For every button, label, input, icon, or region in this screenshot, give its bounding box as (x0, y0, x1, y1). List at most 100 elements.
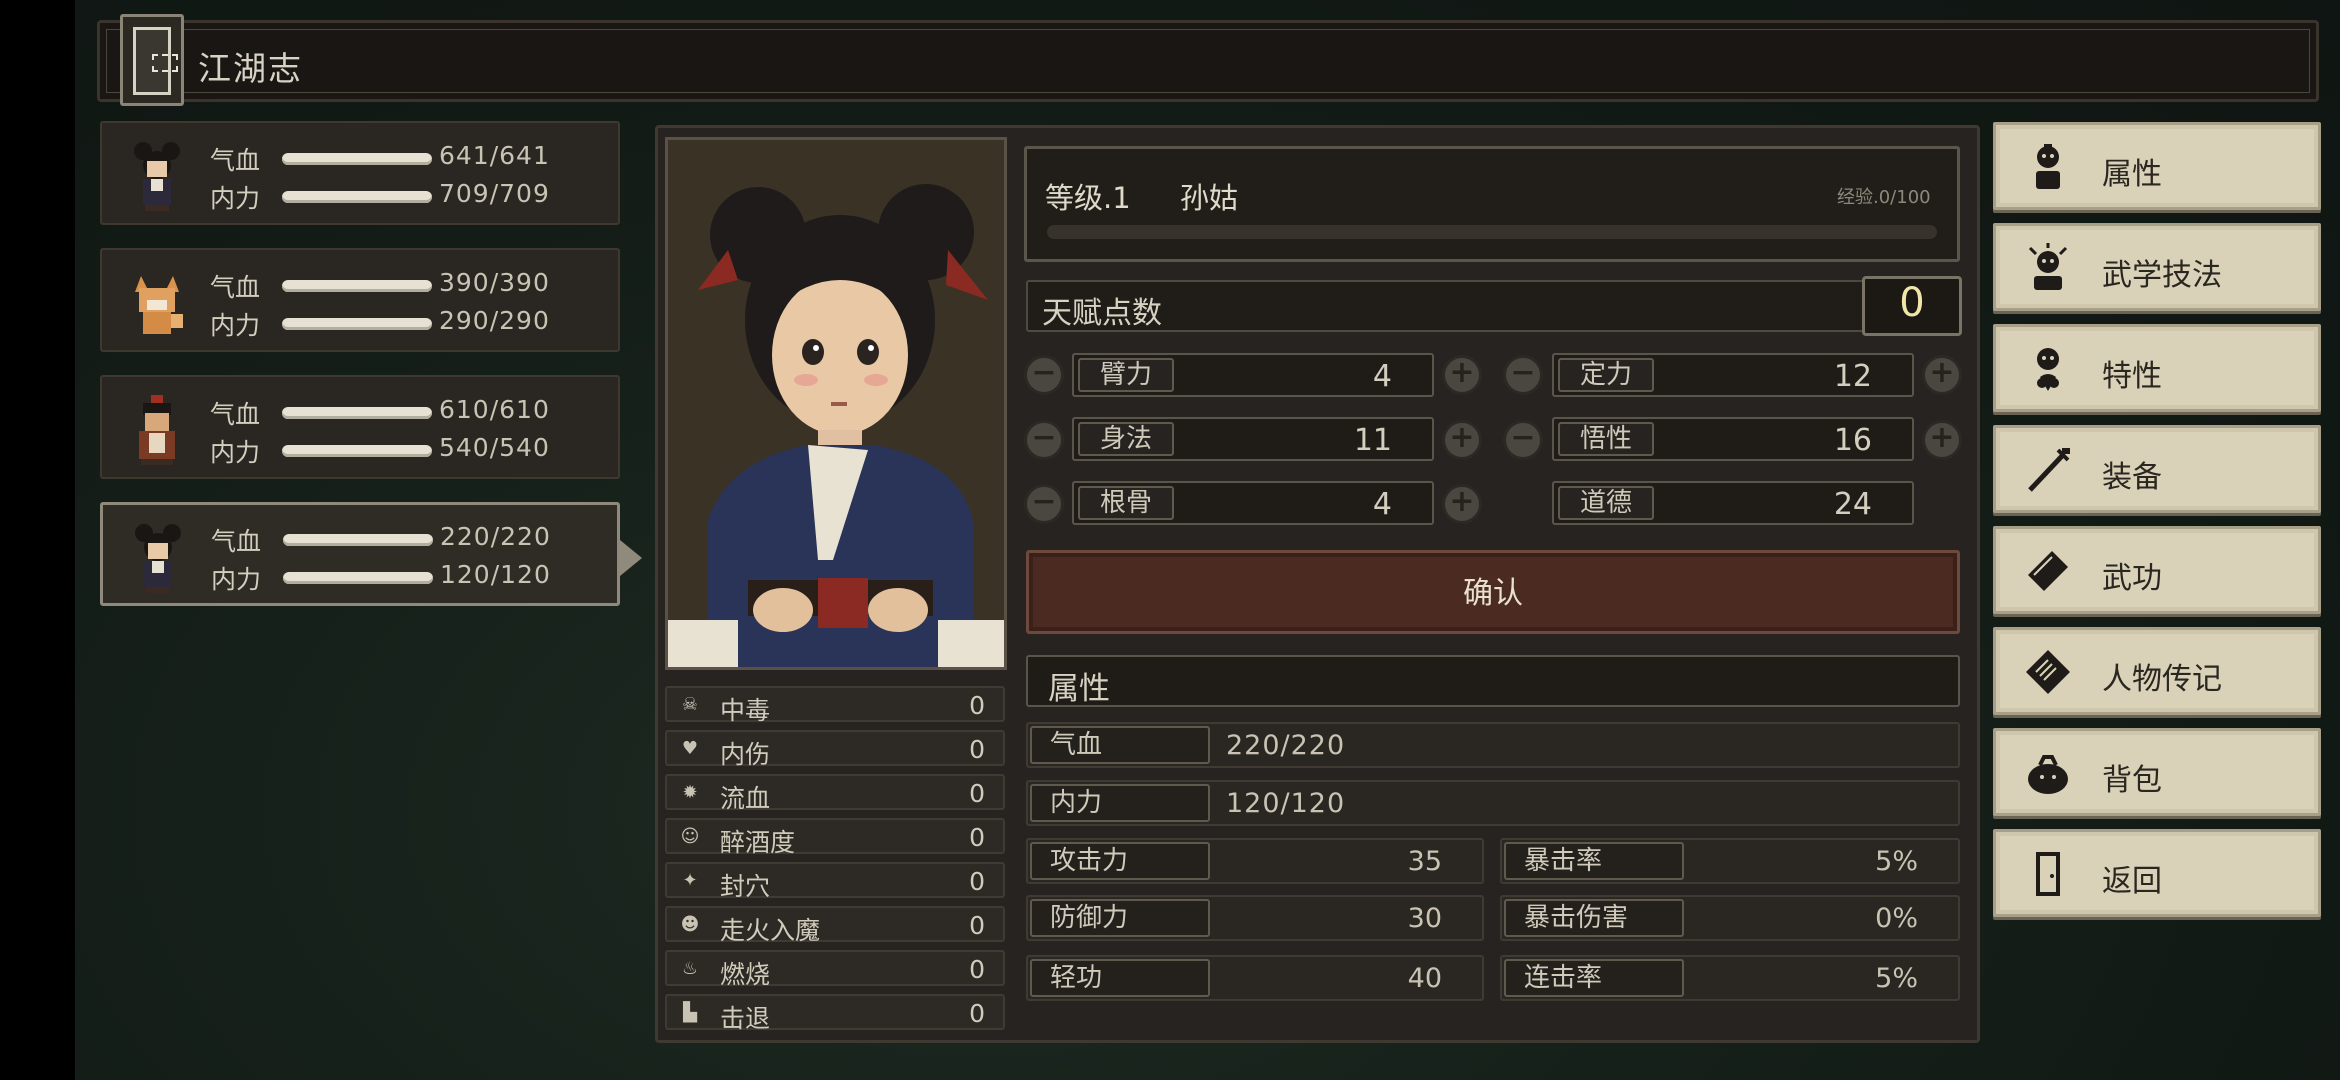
attributes-header (1026, 655, 1960, 707)
flame-icon: ♨ (681, 958, 699, 979)
status-name: 流血 (720, 784, 771, 813)
menu-bag-button[interactable]: 背包 (1993, 728, 2321, 816)
page-title: 江湖志 (198, 49, 303, 88)
mp-bar (282, 191, 432, 203)
status-row: ♨ 燃烧 0 (665, 950, 1005, 989)
menu-kungfu-button[interactable]: 武功 (1993, 526, 2321, 614)
stat-morality: 道德 24 (1552, 481, 1914, 525)
character-portrait (665, 137, 1007, 670)
decrease-agility-button[interactable]: − (1024, 420, 1064, 460)
attr-row: 轻功 40 (1026, 955, 1484, 1001)
menu-equipment-button[interactable]: 装备 (1993, 425, 2321, 513)
increase-agility-button[interactable]: + (1442, 420, 1482, 460)
skull-icon: ☠ (681, 694, 699, 715)
mp-label: 内力 (211, 565, 262, 594)
attr-value: 5% (1875, 846, 1918, 877)
hp-label: 气血 (210, 400, 261, 429)
demon-face-icon: ☻ (680, 914, 700, 935)
status-value: 0 (969, 779, 985, 808)
attr-row: 攻击力 35 (1026, 838, 1484, 884)
status-value: 0 (969, 823, 985, 852)
party-member-card-selected[interactable]: 气血 220/220 内力 120/120 (100, 502, 620, 606)
attr-label: 攻击力 (1030, 842, 1210, 880)
hp-value: 641/641 (439, 141, 550, 170)
party-member-card[interactable]: 气血 641/641 内力 709/709 (100, 121, 620, 225)
stat-label: 道德 (1558, 486, 1655, 520)
attr-label: 轻功 (1030, 959, 1210, 997)
trait-icon (2037, 348, 2059, 391)
status-row: ☻ 走火入魔 0 (665, 906, 1005, 945)
status-row: ✹ 流血 0 (665, 774, 1005, 813)
increase-strength-button[interactable]: + (1442, 355, 1482, 395)
menu-attributes-button[interactable]: 属性 (1993, 122, 2321, 210)
stat-composure: 定力 12 (1552, 353, 1914, 397)
portrait-illustration-icon (668, 140, 1004, 667)
decrease-strength-button[interactable]: − (1024, 355, 1064, 395)
title-bar (97, 20, 2319, 102)
confirm-label: 确认 (1463, 576, 1523, 611)
menu-label: 特性 (2102, 359, 2162, 394)
selection-arrow-icon (620, 540, 642, 576)
mp-bar (282, 445, 432, 457)
status-name: 中毒 (720, 696, 771, 725)
stat-label: 根骨 (1078, 486, 1175, 520)
stat-label: 悟性 (1558, 422, 1655, 456)
status-row: ☠ 中毒 0 (665, 686, 1005, 725)
attr-label: 暴击伤害 (1504, 899, 1684, 937)
character-name: 孙姑 (1180, 181, 1239, 215)
stat-strength: 臂力 4 (1072, 353, 1434, 397)
attributes-title: 属性 (1048, 671, 1110, 707)
hp-value: 610/610 (439, 395, 550, 424)
menu-label: 背包 (2102, 763, 2162, 798)
mp-label: 内力 (210, 184, 261, 213)
attr-value: 5% (1875, 963, 1918, 994)
sword-icon (2028, 448, 2070, 492)
hp-bar (283, 534, 433, 546)
stat-label: 定力 (1558, 358, 1655, 392)
menu-label: 装备 (2102, 460, 2162, 495)
level-box (1024, 146, 1960, 262)
menu-label: 人物传记 (2102, 662, 2222, 697)
stat-value: 4 (1372, 487, 1392, 522)
stat-constitution: 根骨 4 (1072, 481, 1434, 525)
blood-splat-icon: ✹ (682, 782, 698, 803)
increase-insight-button[interactable]: + (1922, 420, 1962, 460)
mp-bar (283, 572, 433, 584)
attr-value: 0% (1875, 903, 1918, 934)
party-member-card[interactable]: 气血 610/610 内力 540/540 (100, 375, 620, 479)
hp-label: 气血 (211, 527, 262, 556)
experience-text: 经验.0/100 (1837, 187, 1931, 208)
mp-value: 540/540 (439, 433, 550, 462)
attr-label: 连击率 (1504, 959, 1684, 997)
attr-label: 内力 (1030, 784, 1210, 822)
party-member-card[interactable]: 气血 390/390 内力 290/290 (100, 248, 620, 352)
stat-label: 身法 (1078, 422, 1175, 456)
hp-value: 220/220 (440, 522, 551, 551)
attr-label: 气血 (1030, 726, 1210, 764)
menu-traits-button[interactable]: 特性 (1993, 324, 2321, 412)
attr-label: 防御力 (1030, 899, 1210, 937)
menu-label: 武功 (2102, 561, 2162, 596)
increase-constitution-button[interactable]: + (1442, 484, 1482, 524)
menu-return-button[interactable]: 返回 (1993, 829, 2321, 917)
decrease-composure-button[interactable]: − (1503, 355, 1543, 395)
martial-skill-icon (2028, 243, 2068, 290)
status-name: 击退 (720, 1004, 771, 1033)
mp-bar (282, 318, 432, 330)
menu-biography-button[interactable]: 人物传记 (1993, 627, 2321, 715)
decrease-insight-button[interactable]: − (1503, 420, 1543, 460)
increase-composure-button[interactable]: + (1922, 355, 1962, 395)
hp-label: 气血 (210, 273, 261, 302)
manual-book-icon (2028, 551, 2068, 591)
status-row: ☺ 醉酒度 0 (665, 818, 1005, 857)
talent-points-label: 天赋点数 (1042, 296, 1162, 331)
status-row: ✦ 封穴 0 (665, 862, 1005, 901)
bun-hair-girl-sprite-icon (134, 142, 180, 211)
decrease-constitution-button[interactable]: − (1024, 484, 1064, 524)
status-row: ♥ 内伤 0 (665, 730, 1005, 769)
attr-value: 40 (1407, 963, 1442, 994)
hp-label: 气血 (210, 146, 261, 175)
menu-martial-skills-button[interactable]: 武学技法 (1993, 223, 2321, 311)
screen-edge (0, 0, 75, 1080)
hp-bar (282, 153, 432, 165)
